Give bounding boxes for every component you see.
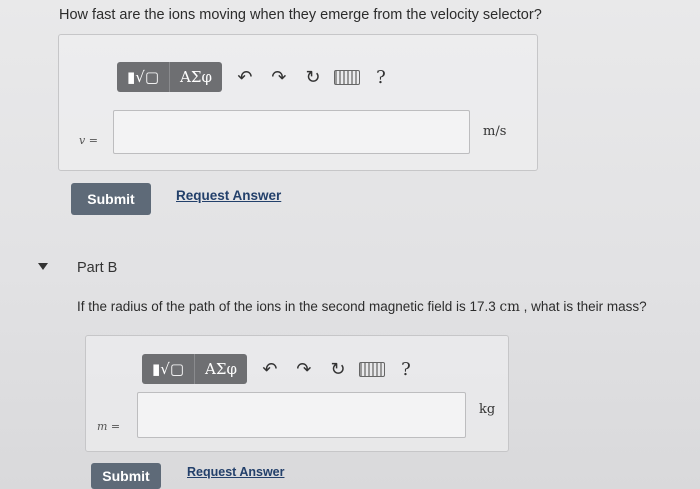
redo-icon[interactable]: ↷	[262, 67, 296, 88]
part-b-question: If the radius of the path of the ions in…	[77, 299, 647, 315]
part-a-answer-input[interactable]	[113, 110, 470, 154]
part-a-question: How fast are the ions moving when they e…	[59, 7, 542, 23]
part-b-toolbar: ▮√▢ ΑΣφ ↶ ↷ ↻ ?	[142, 354, 423, 384]
undo-icon[interactable]: ↶	[253, 359, 287, 380]
part-b-submit-button[interactable]: Submit	[91, 463, 161, 489]
part-a-variable-label: v =	[79, 134, 98, 147]
templates-button[interactable]: ▮√▢	[142, 354, 195, 384]
templates-button[interactable]: ▮√▢	[117, 62, 170, 92]
part-b-question-unit: cm	[499, 299, 520, 315]
symbols-button[interactable]: ΑΣφ	[170, 62, 222, 92]
part-b-unit: kg	[479, 402, 496, 417]
part-a-request-answer-link[interactable]: Request Answer	[176, 188, 281, 203]
keyboard-icon[interactable]	[330, 69, 364, 85]
symbols-label: ΑΣφ	[205, 360, 237, 378]
part-a-unit: m/s	[483, 124, 507, 139]
symbols-label: ΑΣφ	[180, 68, 212, 86]
redo-icon[interactable]: ↷	[287, 359, 321, 380]
part-b-question-suffix: , what is their mass?	[519, 299, 647, 314]
part-b-question-prefix: If the radius of the path of the ions in…	[77, 299, 500, 314]
part-a-toolbar: ▮√▢ ΑΣφ ↶ ↷ ↻ ?	[117, 62, 398, 92]
keyboard-icon[interactable]	[355, 361, 389, 377]
reset-icon[interactable]: ↻	[321, 359, 355, 380]
part-b-collapse-icon[interactable]	[38, 263, 48, 270]
help-icon[interactable]: ?	[364, 67, 398, 88]
part-b-answer-input[interactable]	[137, 392, 466, 438]
part-a-submit-button[interactable]: Submit	[71, 183, 151, 215]
undo-icon[interactable]: ↶	[228, 67, 262, 88]
part-b-request-answer-link[interactable]: Request Answer	[187, 465, 284, 479]
part-b-title: Part B	[77, 260, 118, 276]
symbols-button[interactable]: ΑΣφ	[195, 354, 247, 384]
help-icon[interactable]: ?	[389, 359, 423, 380]
templates-icon: ▮√▢	[152, 360, 184, 378]
templates-icon: ▮√▢	[127, 68, 159, 86]
part-b-variable-label: m =	[97, 420, 121, 433]
reset-icon[interactable]: ↻	[296, 67, 330, 88]
